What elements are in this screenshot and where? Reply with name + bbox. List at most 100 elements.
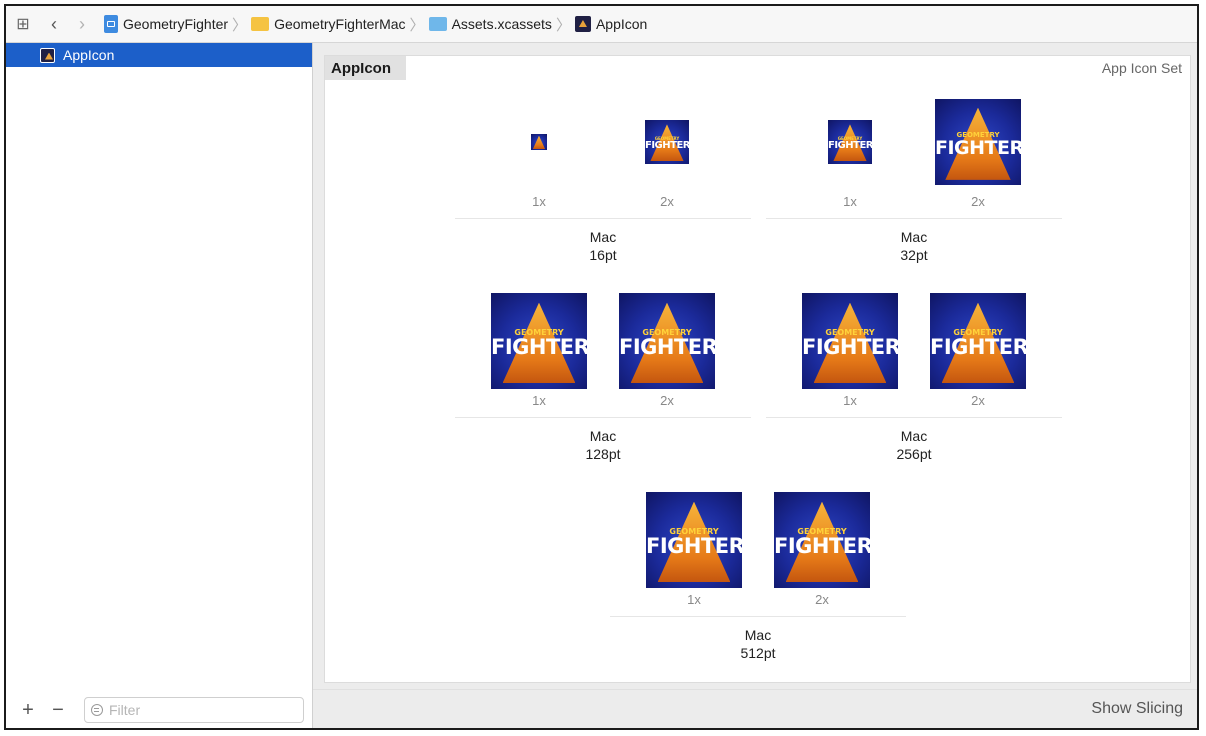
group-caption: Mac 256pt xyxy=(766,427,1062,463)
icon-wordmark: GEOMETRY FIGHTER xyxy=(491,328,587,360)
group-platform: Mac xyxy=(589,428,617,444)
show-slicing-button[interactable]: Show Slicing xyxy=(1091,700,1183,718)
filter-field[interactable]: Filter xyxy=(84,697,304,723)
icon-set-name[interactable]: AppIcon xyxy=(325,56,406,80)
scale-label: 1x xyxy=(532,393,546,408)
icon-wordmark: GEOMETRY FIGHTER xyxy=(645,135,689,151)
breadcrumb-separator: 〉 xyxy=(409,16,425,34)
group-divider xyxy=(766,218,1062,219)
folder-icon xyxy=(251,17,270,31)
icon-wordmark: GEOMETRY FIGHTER xyxy=(774,527,870,559)
group-divider xyxy=(455,417,751,418)
app-icon-image xyxy=(531,134,547,150)
group-size: 16pt xyxy=(589,247,617,263)
scale-label: 2x xyxy=(815,592,829,607)
icon-well[interactable]: GEOMETRY FIGHTER xyxy=(930,293,1026,389)
icon-wordmark: GEOMETRY FIGHTER xyxy=(619,328,715,360)
scale-label: 1x xyxy=(843,393,857,408)
group-size: 256pt xyxy=(896,446,932,462)
breadcrumb-separator: 〉 xyxy=(232,16,248,34)
jump-bar: ⊞ ‹ › GeometryFighter 〉 GeometryFighterM… xyxy=(6,6,1197,43)
app-icon-image: GEOMETRY FIGHTER xyxy=(646,492,742,588)
app-icon-image: GEOMETRY FIGHTER xyxy=(930,293,1026,389)
asset-editor: AppIcon App Icon Set 1x GEOMETRY FIGHTER 2x… xyxy=(313,43,1197,728)
icon-group-256pt: GEOMETRY FIGHTER 1x GEOMETRY FIGHTER 2x Mac 256… xyxy=(766,293,1062,473)
icon-wordmark: GEOMETRY FIGHTER xyxy=(802,328,898,360)
breadcrumb-label: AppIcon xyxy=(595,16,648,32)
icon-set-kind: App Icon Set xyxy=(1101,60,1182,76)
editor-bottom-bar: Show Slicing xyxy=(313,689,1197,728)
group-size: 128pt xyxy=(585,446,621,462)
app-icon-image: GEOMETRY FIGHTER xyxy=(802,293,898,389)
group-platform: Mac xyxy=(744,627,772,643)
icon-group-32pt: GEOMETRY FIGHTER 1x GEOMETRY FIGHTER 2x Mac 32p… xyxy=(766,94,1062,274)
sidebar-item-label: AppIcon xyxy=(63,47,115,63)
scale-label: 1x xyxy=(532,194,546,209)
app-icon-image: GEOMETRY FIGHTER xyxy=(935,99,1021,185)
icon-wordmark: GEOMETRY FIGHTER xyxy=(935,130,1021,159)
group-size: 32pt xyxy=(900,247,928,263)
breadcrumb-asset-catalog[interactable]: Assets.xcassets xyxy=(428,16,552,32)
icon-wordmark: GEOMETRY FIGHTER xyxy=(930,328,1026,360)
group-platform: Mac xyxy=(900,428,928,444)
icon-set-panel: AppIcon App Icon Set 1x GEOMETRY FIGHTER 2x… xyxy=(324,55,1191,683)
filter-placeholder: Filter xyxy=(109,702,141,718)
asset-catalog-icon xyxy=(428,17,447,31)
group-divider xyxy=(766,417,1062,418)
breadcrumb-label: GeometryFighter xyxy=(123,16,229,32)
scale-label: 1x xyxy=(843,194,857,209)
icon-well[interactable]: GEOMETRY FIGHTER xyxy=(646,492,742,588)
breadcrumb-label: GeometryFighterMac xyxy=(274,16,406,32)
icon-group-16pt: 1x GEOMETRY FIGHTER 2x Mac 16pt xyxy=(455,94,751,274)
scale-label: 2x xyxy=(660,194,674,209)
sidebar-footer: + − Filter xyxy=(6,692,312,728)
icon-wordmark: GEOMETRY FIGHTER xyxy=(828,135,872,151)
filter-icon xyxy=(91,704,103,716)
scale-label: 2x xyxy=(971,393,985,408)
related-items-grid-icon[interactable]: ⊞ xyxy=(6,14,40,34)
icon-well[interactable] xyxy=(491,94,587,190)
app-icon-image: GEOMETRY FIGHTER xyxy=(774,492,870,588)
group-divider xyxy=(610,616,906,617)
app-icon-set-icon xyxy=(40,47,55,63)
group-platform: Mac xyxy=(589,229,617,245)
app-icon-set-icon xyxy=(574,16,591,32)
breadcrumb-separator: 〉 xyxy=(555,16,571,34)
group-size: 512pt xyxy=(740,645,776,661)
group-caption: Mac 128pt xyxy=(455,427,751,463)
app-icon-image: GEOMETRY FIGHTER xyxy=(828,120,872,164)
scale-label: 2x xyxy=(971,194,985,209)
icon-well[interactable]: GEOMETRY FIGHTER xyxy=(930,94,1026,190)
icon-well[interactable]: GEOMETRY FIGHTER xyxy=(774,492,870,588)
icon-well[interactable]: GEOMETRY FIGHTER xyxy=(491,293,587,389)
scale-label: 2x xyxy=(660,393,674,408)
icon-well[interactable]: GEOMETRY FIGHTER xyxy=(619,94,715,190)
add-button[interactable]: + xyxy=(18,699,38,722)
icon-wordmark: GEOMETRY FIGHTER xyxy=(646,527,742,559)
breadcrumb-appicon[interactable]: AppIcon xyxy=(574,16,648,32)
icon-well[interactable]: GEOMETRY FIGHTER xyxy=(802,293,898,389)
group-divider xyxy=(455,218,751,219)
breadcrumb-target-folder[interactable]: GeometryFighterMac xyxy=(251,16,406,32)
back-chevron-icon[interactable]: ‹ xyxy=(40,14,68,35)
group-caption: Mac 512pt xyxy=(610,626,906,662)
breadcrumb-project[interactable]: GeometryFighter xyxy=(104,15,228,33)
icon-group-128pt: GEOMETRY FIGHTER 1x GEOMETRY FIGHTER 2x Mac 128… xyxy=(455,293,751,473)
group-platform: Mac xyxy=(900,229,928,245)
icon-triangle xyxy=(532,135,546,150)
scale-label: 1x xyxy=(687,592,701,607)
app-icon-image: GEOMETRY FIGHTER xyxy=(491,293,587,389)
app-icon-image: GEOMETRY FIGHTER xyxy=(645,120,689,164)
xcode-window: ⊞ ‹ › GeometryFighter 〉 GeometryFighterM… xyxy=(4,4,1199,730)
icon-group-512pt: GEOMETRY FIGHTER 1x GEOMETRY FIGHTER 2x Mac 512… xyxy=(610,492,906,672)
breadcrumb-label: Assets.xcassets xyxy=(451,16,552,32)
remove-button[interactable]: − xyxy=(48,699,68,722)
asset-sidebar: AppIcon + − Filter xyxy=(6,43,313,728)
project-file-icon xyxy=(104,15,118,33)
forward-chevron-icon[interactable]: › xyxy=(68,14,96,35)
icon-well[interactable]: GEOMETRY FIGHTER xyxy=(802,94,898,190)
group-caption: Mac 32pt xyxy=(766,228,1062,264)
icon-well[interactable]: GEOMETRY FIGHTER xyxy=(619,293,715,389)
group-caption: Mac 16pt xyxy=(455,228,751,264)
sidebar-item-appicon[interactable]: AppIcon xyxy=(6,43,312,67)
